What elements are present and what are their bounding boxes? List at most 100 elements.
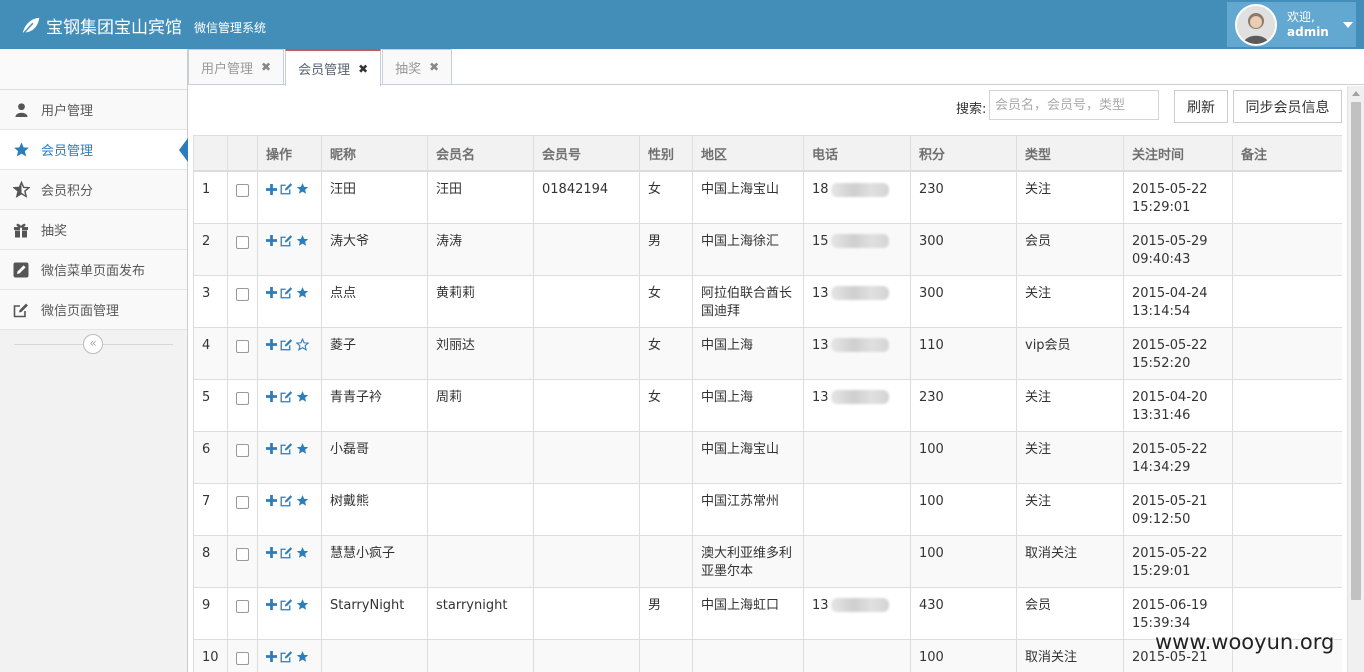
tab-lottery[interactable]: 抽奖 ✖	[382, 49, 453, 84]
column-header: 积分	[910, 135, 1017, 172]
cell-gender: 男	[639, 222, 693, 276]
star-icon[interactable]	[296, 286, 309, 305]
plus-icon[interactable]	[266, 390, 277, 408]
cell-remark	[1232, 170, 1342, 224]
cell-region: 中国上海	[692, 378, 804, 432]
search-input[interactable]	[989, 90, 1159, 120]
star-outline-icon[interactable]	[295, 337, 310, 357]
phone-value: 13	[812, 337, 829, 353]
scroll-thumb[interactable]	[1351, 102, 1361, 600]
plus-icon[interactable]	[266, 234, 277, 252]
sidebar-item-menu-publish[interactable]: 微信菜单页面发布	[0, 250, 187, 290]
row-checkbox[interactable]	[236, 339, 249, 353]
edit-icon[interactable]	[280, 234, 293, 253]
row-checkbox[interactable]	[236, 547, 249, 561]
row-checkbox[interactable]	[236, 599, 249, 613]
row-checkbox[interactable]	[236, 184, 249, 197]
plus-icon[interactable]	[266, 598, 277, 616]
sidebar-item-label: 会员管理	[41, 144, 94, 159]
sidebar-item-lottery[interactable]: 抽奖	[0, 210, 187, 250]
row-checkbox[interactable]	[236, 495, 249, 509]
star-icon[interactable]	[296, 234, 309, 253]
user-menu[interactable]: 欢迎, admin	[1227, 2, 1356, 47]
edit-icon[interactable]	[280, 338, 293, 357]
cell-type: 取消关注	[1016, 638, 1124, 672]
phone-value: 13	[812, 597, 829, 613]
edit-icon[interactable]	[280, 598, 293, 617]
sidebar-item-user-management[interactable]: 用户管理	[0, 90, 187, 130]
row-checkbox[interactable]	[236, 443, 249, 457]
edit-icon[interactable]	[280, 494, 293, 513]
edit-icon[interactable]	[280, 442, 293, 461]
sidebar-item-label: 用户管理	[41, 104, 94, 119]
star-icon[interactable]	[296, 650, 309, 669]
edit-icon[interactable]	[280, 390, 293, 409]
scroll-up-arrow-icon[interactable]	[1352, 91, 1360, 96]
close-icon[interactable]: ✖	[429, 60, 439, 74]
sidebar-item-member-management[interactable]: 会员管理	[0, 130, 188, 170]
table-row[interactable]: 2 涛大爷 涛涛 男 中国上海徐汇 15 300 会员 2015-05-29 09…	[193, 222, 1342, 276]
tab-user-management[interactable]: 用户管理 ✖	[188, 49, 285, 84]
cell-phone	[803, 482, 911, 536]
follow-date: 2015-06-19	[1132, 597, 1208, 613]
brand[interactable]: 宝钢集团宝山宾馆 微信管理系统	[20, 13, 266, 38]
follow-clock: 15:52:20	[1132, 355, 1191, 371]
cell-gender: 女	[639, 378, 693, 432]
row-number: 3	[193, 274, 228, 328]
row-number: 7	[193, 482, 228, 536]
plus-icon[interactable]	[266, 650, 277, 668]
table-row[interactable]: 6 小磊哥 中国上海宝山 100 关注 2015-05-22 14:34:29	[193, 430, 1342, 484]
edit-icon[interactable]	[280, 546, 293, 565]
sidebar-item-member-points[interactable]: 会员积分	[0, 170, 187, 210]
column-header: 会员号	[533, 135, 640, 172]
sidebar-collapse: «	[0, 330, 187, 358]
table-row[interactable]: 8 慧慧小疯子 澳大利亚维多利亚墨尔本 100 取消关注 2015-05-22 1…	[193, 534, 1342, 588]
refresh-button[interactable]: 刷新	[1174, 90, 1228, 123]
close-icon[interactable]: ✖	[358, 62, 368, 76]
star-icon[interactable]	[296, 598, 309, 617]
cell-points: 300	[910, 222, 1017, 276]
plus-icon[interactable]	[266, 442, 277, 460]
caret-down-icon[interactable]	[1342, 21, 1353, 28]
double-angle-left-icon[interactable]: «	[83, 334, 103, 354]
row-checkbox[interactable]	[236, 235, 249, 249]
table-row[interactable]: 1 汪田 汪田 01842194 女 中国上海宝山 18 230 关注 2015…	[193, 170, 1342, 224]
star-icon[interactable]	[296, 494, 309, 513]
table-row[interactable]: 3 点点 黄莉莉 女 阿拉伯联合酋长国迪拜 13 300 关注 2015-04-…	[193, 274, 1342, 328]
row-actions	[257, 586, 322, 640]
star-icon[interactable]	[296, 182, 309, 201]
edit-icon[interactable]	[280, 650, 293, 669]
cell-region: 中国上海宝山	[692, 170, 804, 224]
vertical-scrollbar[interactable]	[1347, 86, 1364, 672]
row-checkbox[interactable]	[236, 391, 249, 405]
leaf-logo-icon	[22, 17, 40, 35]
cell-remark	[1232, 430, 1342, 484]
plus-icon[interactable]	[266, 286, 277, 304]
edit-icon[interactable]	[280, 182, 293, 201]
table-row[interactable]: 7 树戴熊 中国江苏常州 100 关注 2015-05-21 09:12:50	[193, 482, 1342, 536]
edit-icon[interactable]	[280, 286, 293, 305]
row-checkbox[interactable]	[236, 287, 249, 301]
cell-member-no	[533, 378, 640, 432]
star-icon[interactable]	[296, 442, 309, 461]
cell-member-no	[533, 482, 640, 536]
close-icon[interactable]: ✖	[261, 60, 271, 74]
cell-points: 100	[910, 482, 1017, 536]
cell-phone: 13	[803, 378, 911, 432]
sidebar-item-page-management[interactable]: 微信页面管理	[0, 290, 187, 330]
plus-icon[interactable]	[266, 494, 277, 512]
plus-icon[interactable]	[266, 338, 277, 356]
row-checkbox[interactable]	[236, 651, 249, 665]
cell-phone	[803, 430, 911, 484]
sync-member-button[interactable]: 同步会员信息	[1233, 90, 1342, 123]
table-row[interactable]: 5 青青子衿 周莉 女 中国上海 13 230 关注 2015-04-20 13:…	[193, 378, 1342, 432]
row-actions	[257, 222, 322, 276]
tab-member-management[interactable]: 会员管理 ✖	[285, 49, 382, 86]
row-select-cell	[227, 222, 258, 276]
column-header: 备注	[1232, 135, 1342, 172]
table-row[interactable]: 4 菱子 刘丽达 女 中国上海 13 110 vip会员 2015-05-22 1…	[193, 326, 1342, 380]
plus-icon[interactable]	[266, 546, 277, 564]
plus-icon[interactable]	[266, 183, 277, 201]
star-icon[interactable]	[296, 390, 309, 409]
star-icon[interactable]	[296, 546, 309, 565]
